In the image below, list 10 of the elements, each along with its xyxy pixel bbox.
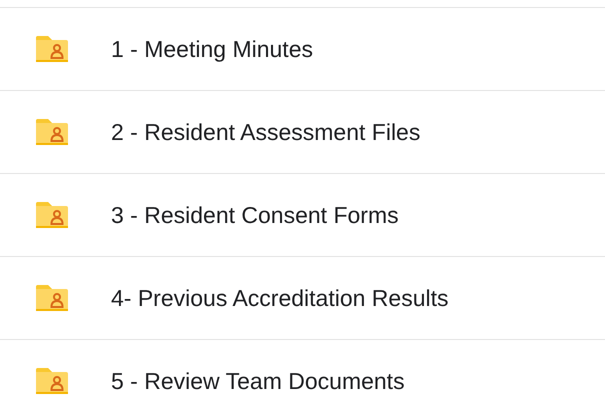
shared-folder-icon — [35, 284, 69, 312]
folder-name[interactable]: 5 - Review Team Documents — [111, 368, 405, 394]
folder-name[interactable]: 3 - Resident Consent Forms — [111, 202, 399, 228]
folder-name[interactable]: 4- Previous Accreditation Results — [111, 284, 448, 312]
shared-folder-icon — [35, 367, 69, 395]
shared-folder-icon — [35, 35, 69, 63]
folder-name[interactable]: 2 - Resident Assessment Files — [111, 118, 420, 146]
shared-folder-icon — [35, 201, 69, 229]
folder-name[interactable]: 1 - Meeting Minutes — [111, 36, 313, 62]
shared-folder-icon — [35, 118, 69, 146]
